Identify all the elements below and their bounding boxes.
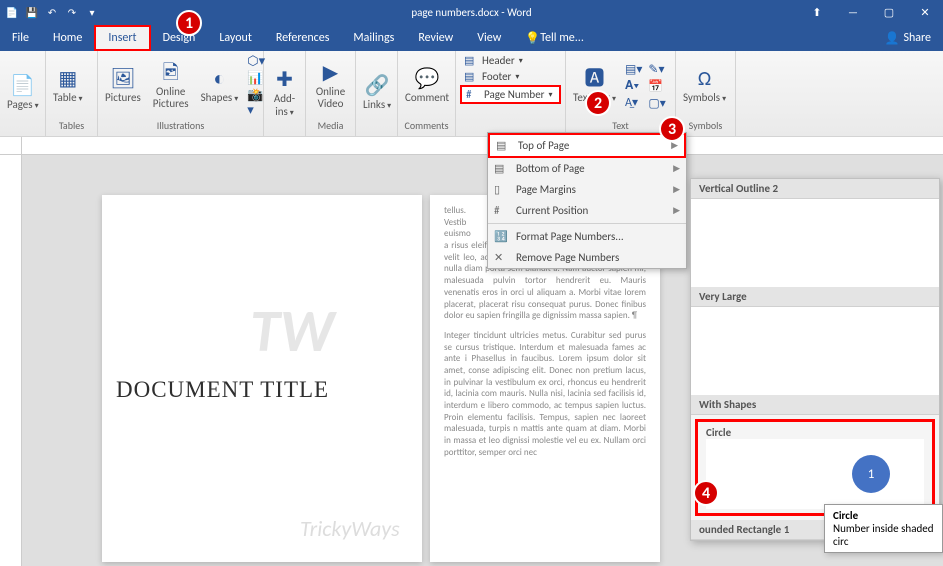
screenshot-icon[interactable]: 📸▾ bbox=[247, 88, 265, 118]
window-title: page numbers.docx - Word bbox=[411, 6, 531, 19]
tab-home[interactable]: Home bbox=[41, 25, 94, 51]
symbols-group-label: Symbols bbox=[680, 119, 731, 134]
pages-button[interactable]: 📄Pages bbox=[4, 73, 42, 113]
shapes-button[interactable]: ◐Shapes bbox=[198, 66, 242, 106]
body-text: Integer tincidunt ultricies metus. Curab… bbox=[444, 330, 646, 459]
footer-button[interactable]: ▤Footer▾ bbox=[460, 69, 561, 84]
word-logo-icon: 📄 bbox=[4, 5, 20, 21]
restore-icon[interactable]: ▢ bbox=[871, 0, 907, 25]
gallery-thumb[interactable] bbox=[691, 199, 939, 287]
comment-button[interactable]: 💬Comment bbox=[402, 66, 452, 106]
table-button[interactable]: ▦Table bbox=[50, 66, 86, 106]
tab-layout[interactable]: Layout bbox=[207, 25, 264, 51]
annotation-badge-1: 1 bbox=[176, 10, 202, 36]
tooltip-title: Circle bbox=[833, 509, 934, 522]
menu-bottom-of-page[interactable]: ▤Bottom of Page▶ bbox=[488, 158, 686, 179]
page-number-gallery: Vertical Outline 2 Very Large With Shape… bbox=[690, 178, 940, 541]
menu-page-margins[interactable]: ▯Page Margins▶ bbox=[488, 179, 686, 200]
share-button[interactable]: 👤 Share bbox=[872, 31, 943, 46]
dropcap-icon[interactable]: A̲▾ bbox=[625, 95, 642, 110]
tab-view[interactable]: View bbox=[465, 25, 513, 51]
menu-format-page-numbers[interactable]: 🔢Format Page Numbers... bbox=[488, 226, 686, 247]
tab-insert[interactable]: Insert bbox=[94, 25, 150, 51]
gallery-section-vl: Very Large bbox=[691, 287, 939, 307]
tab-references[interactable]: References bbox=[264, 25, 342, 51]
illustrations-group-label: Illustrations bbox=[102, 119, 259, 134]
page-number-menu: ▤Top of Page▶ ▤Bottom of Page▶ ▯Page Mar… bbox=[487, 132, 687, 269]
object-icon[interactable]: ▢▾ bbox=[648, 96, 665, 111]
media-group-label: Media bbox=[310, 119, 351, 134]
tab-file[interactable]: File bbox=[0, 25, 41, 51]
online-video-button[interactable]: ▶Online Video bbox=[310, 60, 351, 112]
quick-parts-icon[interactable]: ▤▾ bbox=[625, 62, 642, 77]
ribbon-display-icon[interactable]: ⬆ bbox=[799, 0, 835, 25]
circle-preview: 1 bbox=[852, 455, 890, 493]
annotation-badge-3: 3 bbox=[659, 116, 685, 142]
gallery-item-label: Circle bbox=[706, 426, 924, 439]
online-pictures-button[interactable]: 🖻Online Pictures bbox=[150, 60, 192, 112]
vertical-ruler[interactable] bbox=[0, 155, 22, 566]
menu-top-of-page[interactable]: ▤Top of Page▶ bbox=[488, 133, 686, 158]
document-title: DOCUMENT TITLE bbox=[116, 375, 408, 405]
watermark-text: TrickyWays bbox=[300, 515, 400, 542]
tables-group-label: Tables bbox=[50, 119, 93, 134]
tab-review[interactable]: Review bbox=[406, 25, 465, 51]
document-page[interactable]: DOCUMENT TITLE bbox=[102, 195, 422, 562]
annotation-badge-2: 2 bbox=[585, 90, 611, 116]
horizontal-ruler[interactable] bbox=[0, 137, 943, 155]
tooltip-body: Number inside shaded circ bbox=[833, 522, 934, 548]
redo-icon[interactable]: ↷ bbox=[64, 5, 80, 21]
comments-group-label: Comments bbox=[402, 119, 451, 134]
links-button[interactable]: 🔗Links bbox=[360, 73, 394, 113]
smartart-icon[interactable]: ⬡▾ bbox=[247, 54, 265, 69]
gallery-item-circle[interactable]: Circle 1 bbox=[695, 419, 935, 516]
tab-mailings[interactable]: Mailings bbox=[341, 25, 406, 51]
annotation-badge-4: 4 bbox=[693, 480, 719, 506]
wordart-icon[interactable]: 𝐀▾ bbox=[625, 79, 642, 93]
gallery-thumb[interactable] bbox=[691, 307, 939, 395]
undo-icon[interactable]: ↶ bbox=[44, 5, 60, 21]
addins-button[interactable]: ✚Add-ins bbox=[268, 67, 301, 119]
tell-me[interactable]: 💡 Tell me... bbox=[513, 25, 596, 51]
save-icon[interactable]: 💾 bbox=[24, 5, 40, 21]
minimize-icon[interactable]: — bbox=[835, 0, 871, 25]
header-button[interactable]: ▤Header▾ bbox=[460, 53, 561, 68]
pictures-button[interactable]: 🖼Pictures bbox=[102, 66, 144, 106]
gallery-section-withshapes: With Shapes bbox=[691, 395, 939, 415]
qat-dropdown-icon[interactable]: ▾ bbox=[84, 5, 100, 21]
close-icon[interactable]: ✕ bbox=[907, 0, 943, 25]
date-time-icon[interactable]: 📅 bbox=[648, 79, 665, 94]
symbols-button[interactable]: ΩSymbols bbox=[680, 66, 729, 106]
page-number-button[interactable]: #Page Number▾ bbox=[460, 85, 561, 104]
menu-remove-page-numbers[interactable]: ✕Remove Page Numbers bbox=[488, 247, 686, 268]
gallery-section-vo2: Vertical Outline 2 bbox=[691, 179, 939, 199]
menu-current-position[interactable]: #Current Position▶ bbox=[488, 200, 686, 221]
chart-icon[interactable]: 📊 bbox=[247, 71, 265, 86]
signature-icon[interactable]: ✎▾ bbox=[648, 62, 665, 77]
tooltip: Circle Number inside shaded circ bbox=[824, 504, 943, 553]
